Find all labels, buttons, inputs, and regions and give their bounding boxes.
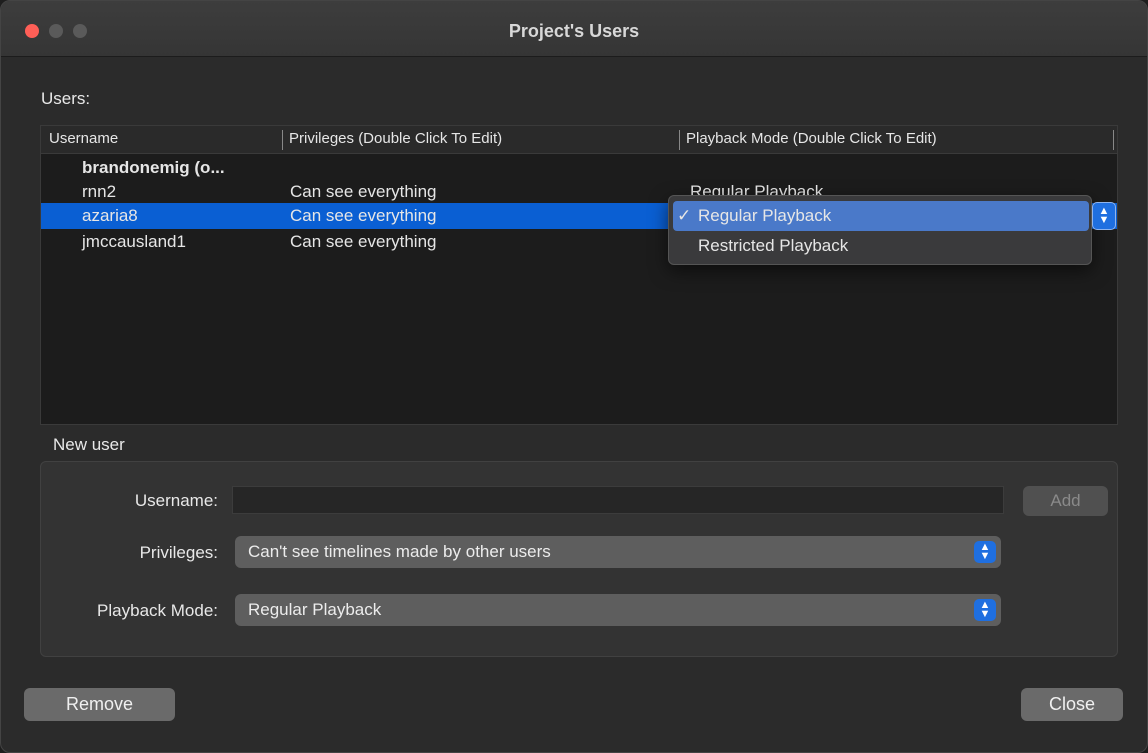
users-table[interactable]: Username Privileges (Double Click To Edi… [40, 125, 1118, 425]
username-cell: jmccausland1 [82, 232, 186, 251]
table-header: Username Privileges (Double Click To Edi… [41, 126, 1117, 154]
privileges-cell[interactable]: Can see everything [290, 232, 436, 252]
project-users-window: Project's Users Users: Username Privileg… [0, 0, 1148, 753]
column-separator[interactable] [1113, 130, 1114, 150]
column-header-username[interactable]: Username [49, 130, 118, 147]
new-user-section-label: New user [53, 435, 125, 454]
menu-item-label: Regular Playback [698, 206, 832, 225]
menu-item-regular-playback[interactable]: ✓ Regular Playback [673, 201, 1089, 231]
privileges-label: Privileges: [139, 543, 218, 562]
up-down-chevron-icon: ▲ ▼ [974, 599, 996, 621]
username-input[interactable] [232, 486, 1004, 514]
menu-item-restricted-playback[interactable]: Restricted Playback [673, 231, 1089, 261]
privileges-select-value: Can't see timelines made by other users [248, 542, 551, 561]
column-separator[interactable] [679, 130, 680, 150]
column-header-playback-mode[interactable]: Playback Mode (Double Click To Edit) [686, 130, 937, 147]
add-button[interactable]: Add [1023, 486, 1108, 516]
username-cell: rnn2 [82, 182, 117, 201]
menu-item-label: Restricted Playback [698, 236, 849, 255]
playback-mode-label: Playback Mode: [97, 601, 218, 620]
up-down-chevron-icon: ▲ ▼ [974, 541, 996, 563]
window-title: Project's Users [508, 21, 640, 41]
playback-mode-select[interactable]: Regular Playback ▲ ▼ [235, 594, 1001, 626]
privileges-select[interactable]: Can't see timelines made by other users … [235, 536, 1001, 568]
users-section-label: Users: [41, 89, 91, 108]
checkmark-icon: ✓ [677, 206, 692, 225]
remove-button[interactable]: Remove [24, 688, 175, 721]
playback-mode-select-value: Regular Playback [248, 600, 382, 619]
username-cell: azaria8 [82, 206, 138, 225]
column-header-privileges[interactable]: Privileges (Double Click To Edit) [289, 130, 502, 147]
playback-mode-popup-menu[interactable]: ✓ Regular Playback Restricted Playback [668, 195, 1092, 265]
title-bar: Project's Users [1, 1, 1147, 57]
privileges-cell[interactable]: Can see everything [290, 206, 436, 226]
table-row[interactable]: brandonemig (o... [41, 155, 1117, 181]
up-down-chevron-icon[interactable]: ▲ ▼ [1092, 202, 1116, 230]
privileges-cell[interactable]: Can see everything [290, 182, 436, 202]
username-label: Username: [134, 491, 218, 510]
username-cell: brandonemig (o... [82, 158, 225, 177]
column-separator[interactable] [282, 130, 283, 150]
close-button[interactable]: Close [1021, 688, 1123, 721]
